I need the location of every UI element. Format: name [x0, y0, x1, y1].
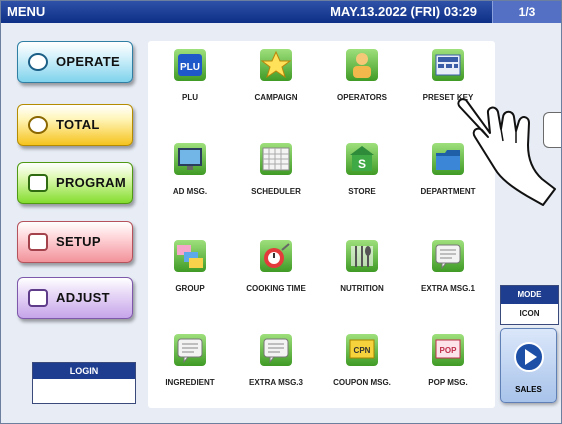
tile-group[interactable]: GROUP [148, 232, 232, 318]
tile-label-store: STORE [348, 187, 376, 196]
setup-icon [28, 233, 48, 251]
monitor-icon [174, 143, 206, 175]
tile-label-ingredient: INGREDIENT [165, 378, 215, 387]
message-icon [260, 334, 292, 366]
tile-label-scheduler: SCHEDULER [251, 187, 301, 196]
tile-label-group: GROUP [175, 284, 205, 293]
tile-label-campaign: CAMPAIGN [254, 93, 298, 102]
tile-label-plu: PLU [182, 93, 198, 102]
icon-grid: PLU PLU CAMPAIGN OPERATORS PRESET KEY AD… [148, 41, 495, 408]
date-time: MAY.13.2022 (FRI) 03:29 [330, 4, 477, 19]
tile-label-nutrition: NUTRITION [340, 284, 384, 293]
adjust-label: ADJUST [56, 290, 110, 305]
pointing-hand-icon [457, 98, 556, 206]
operate-button[interactable]: OPERATE [17, 41, 133, 83]
tile-ad-msg[interactable]: AD MSG. [148, 135, 232, 221]
login-label: LOGIN [33, 363, 135, 379]
tile-operators[interactable]: OPERATORS [320, 41, 404, 127]
tile-cooking-time[interactable]: COOKING TIME [234, 232, 318, 318]
svg-text:S: S [358, 157, 366, 171]
operate-icon [28, 53, 48, 71]
page-indicator: 1/3 [492, 1, 561, 23]
tile-store[interactable]: S STORE [320, 135, 404, 221]
tile-campaign[interactable]: CAMPAIGN [234, 41, 318, 127]
adjust-button[interactable]: ADJUST [17, 277, 133, 319]
tile-extra-msg-3[interactable]: EXTRA MSG.3 [234, 326, 318, 412]
group-icon [174, 240, 206, 272]
program-button[interactable]: PROGRAM [17, 162, 133, 204]
tile-plu[interactable]: PLU PLU [148, 41, 232, 127]
calendar-icon [260, 143, 292, 175]
adjust-icon [28, 289, 48, 307]
svg-text:CPN: CPN [354, 346, 371, 355]
ingredient-icon [174, 334, 206, 366]
star-icon [260, 49, 292, 81]
tile-pop-msg[interactable]: POP POP MSG. [406, 326, 490, 412]
tile-label-extra-msg-3: EXTRA MSG.3 [249, 378, 303, 387]
setup-label: SETUP [56, 234, 101, 249]
coupon-icon: CPN [346, 334, 378, 366]
play-icon [514, 342, 544, 372]
tile-label-cooking-time: COOKING TIME [246, 284, 306, 293]
menu-screen: MENU MAY.13.2022 (FRI) 03:29 1/3 OPERATE… [0, 0, 562, 424]
program-icon [28, 174, 48, 192]
preset-keyboard-icon [432, 49, 464, 81]
program-label: PROGRAM [56, 175, 126, 190]
title-bar: MENU MAY.13.2022 (FRI) 03:29 1/3 [1, 1, 561, 23]
tile-label-extra-msg-1: EXTRA MSG.1 [421, 284, 475, 293]
store-icon: S [346, 143, 378, 175]
tile-ingredient[interactable]: INGREDIENT [148, 326, 232, 412]
pop-icon: POP [432, 334, 464, 366]
total-button[interactable]: TOTAL [17, 104, 133, 146]
total-label: TOTAL [56, 117, 100, 132]
svg-text:POP: POP [440, 346, 458, 355]
operator-icon [346, 49, 378, 81]
mode-box[interactable]: MODE ICON [500, 285, 559, 325]
tile-nutrition[interactable]: NUTRITION [320, 232, 404, 318]
tile-extra-msg-1[interactable]: EXTRA MSG.1 [406, 232, 490, 318]
svg-text:PLU: PLU [180, 62, 200, 73]
tile-label-operators: OPERATORS [337, 93, 387, 102]
mode-value: ICON [519, 309, 540, 318]
message-icon [432, 240, 464, 272]
timer-icon [260, 240, 292, 272]
tile-label-pop-msg: POP MSG. [428, 378, 468, 387]
operate-label: OPERATE [56, 54, 120, 69]
tile-label-coupon-msg: COUPON MSG. [333, 378, 391, 387]
tile-coupon-msg[interactable]: CPN COUPON MSG. [320, 326, 404, 412]
mode-label: MODE [501, 286, 558, 304]
plu-icon: PLU [174, 49, 206, 81]
tile-label-ad-msg: AD MSG. [172, 187, 208, 196]
tile-scheduler[interactable]: SCHEDULER [234, 135, 318, 221]
cutlery-icon [346, 240, 378, 272]
sales-button[interactable]: SALES [500, 328, 557, 403]
screen-title: MENU [7, 4, 46, 19]
setup-button[interactable]: SETUP [17, 221, 133, 263]
total-icon [28, 116, 48, 134]
login-box[interactable]: LOGIN [32, 362, 136, 404]
sales-label: SALES [515, 385, 542, 394]
